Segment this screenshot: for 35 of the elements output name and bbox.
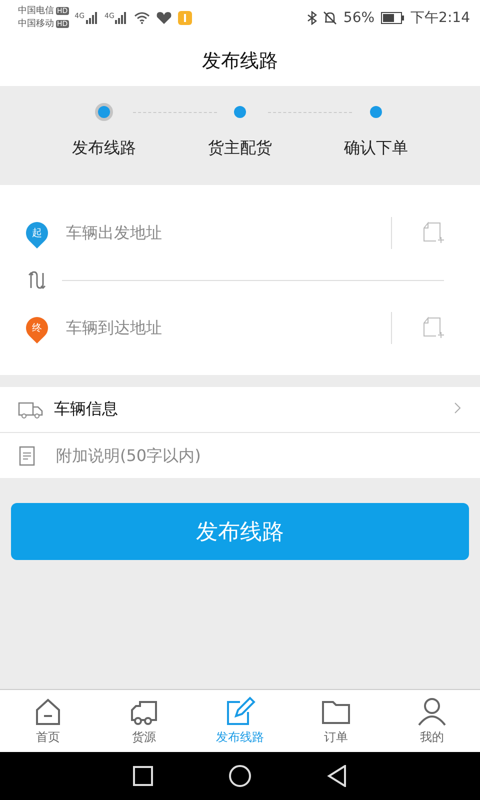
address-field[interactable]: 车辆出发地址 — [64, 222, 391, 243]
bluetooth-icon — [307, 11, 318, 25]
carrier-name: 中国移动 — [18, 19, 54, 29]
tab[interactable]: 首页 — [0, 690, 96, 752]
heart-icon — [156, 11, 172, 25]
wifi-icon — [134, 12, 150, 24]
vehicle-info-label[interactable]: 车辆信息 — [54, 399, 118, 420]
route-icon — [28, 270, 46, 290]
address-field[interactable]: 车辆到达地址 — [64, 317, 391, 338]
home-circle-icon[interactable] — [229, 765, 251, 787]
signal-icon — [114, 12, 128, 24]
clock-time: 下午2:14 — [410, 9, 470, 27]
pencil-icon — [224, 696, 256, 728]
page-title: 发布线路 — [202, 49, 278, 74]
tab[interactable]: 我的 — [384, 690, 480, 752]
recent-apps-icon[interactable] — [133, 766, 153, 786]
user-icon — [416, 696, 448, 728]
tab[interactable]: 订单 — [288, 690, 384, 752]
muted-bell-icon — [323, 11, 338, 25]
back-icon[interactable] — [327, 765, 347, 787]
tab[interactable]: 货源 — [96, 690, 192, 752]
truck-icon — [18, 400, 44, 418]
step-label: 发布线路 — [72, 138, 136, 159]
tab[interactable]: 发布线路 — [192, 690, 288, 752]
chevron-right-icon — [454, 402, 462, 414]
signal-icon — [84, 12, 99, 24]
publish-button[interactable]: 发布线路 — [11, 503, 469, 560]
carrier-name: 中国电信 — [18, 6, 54, 16]
app-notification-icon — [178, 11, 192, 25]
step-label: 确认下单 — [344, 138, 408, 159]
battery-icon — [380, 12, 405, 24]
note-field[interactable]: 附加说明(50字以内) — [54, 445, 462, 466]
battery-percent: 56% — [343, 10, 375, 26]
step-label: 货主配货 — [208, 138, 272, 159]
document-icon — [18, 446, 36, 466]
